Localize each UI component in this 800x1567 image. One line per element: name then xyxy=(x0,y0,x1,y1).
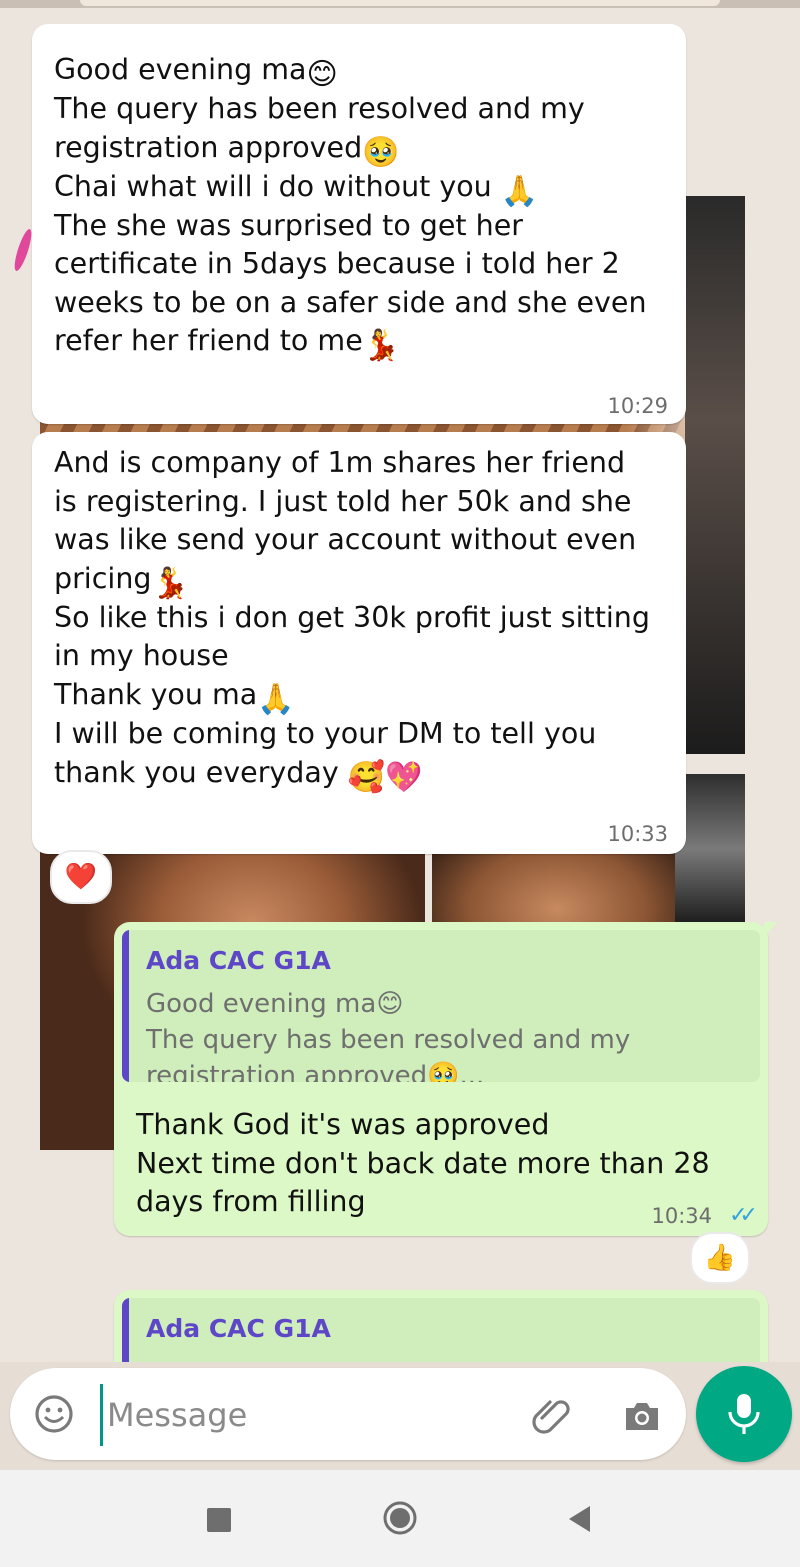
quote-author: Ada CAC G1A xyxy=(146,946,331,975)
incoming-message[interactable]: And is company of 1m shares her friend i… xyxy=(32,432,686,854)
pleading-emoji: 🥹 xyxy=(362,134,400,170)
message-text: And is company of 1m shares her friend i… xyxy=(54,446,650,795)
message-time: 10:29 xyxy=(607,394,668,418)
message-time: 10:34 xyxy=(651,1204,712,1228)
back-icon[interactable] xyxy=(566,1504,592,1534)
message-text: Good evening ma😊 The query has been reso… xyxy=(54,53,647,364)
quote-accent-bar xyxy=(122,1298,129,1362)
quote-author: Ada CAC G1A xyxy=(146,1314,331,1343)
pray-emoji: 🙏 xyxy=(500,173,539,209)
message-time: 10:33 xyxy=(607,822,668,846)
dancer-emoji: 💃 xyxy=(151,565,189,601)
camera-icon[interactable] xyxy=(618,1392,666,1440)
chat-area[interactable]: Good evening ma😊 The query has been reso… xyxy=(0,0,800,1362)
system-navigation-bar xyxy=(0,1470,800,1567)
pray-emoji: 🙏 xyxy=(257,681,295,717)
emoji-icon[interactable] xyxy=(32,1392,76,1436)
mic-icon xyxy=(728,1394,760,1434)
incoming-message[interactable]: Good evening ma😊 The query has been reso… xyxy=(32,24,686,424)
read-ticks-icon: ✓✓ xyxy=(729,1203,758,1228)
outgoing-message[interactable]: Ada CAC G1A xyxy=(114,1290,768,1362)
quoted-message[interactable]: Ada CAC G1A Good evening ma😊 The query h… xyxy=(122,930,760,1082)
home-icon[interactable] xyxy=(382,1500,418,1536)
dancer-emoji: 💃 xyxy=(362,328,401,364)
recents-icon[interactable] xyxy=(207,1508,231,1532)
mic-button[interactable] xyxy=(696,1366,792,1462)
thumbs-up-reaction[interactable]: 👍 xyxy=(690,1232,750,1284)
smile-emoji: 😊 xyxy=(306,57,338,92)
quote-accent-bar xyxy=(122,930,129,1082)
attach-icon[interactable] xyxy=(528,1392,576,1440)
heart-reaction[interactable]: ❤️ xyxy=(50,850,112,904)
top-message-edge xyxy=(0,0,800,8)
message-input[interactable] xyxy=(100,1384,529,1446)
message-composer xyxy=(10,1368,686,1460)
outgoing-message[interactable]: Ada CAC G1A Good evening ma😊 The query h… xyxy=(114,922,778,1236)
quote-text: Good evening ma😊 The query has been reso… xyxy=(146,989,631,1082)
quoted-message[interactable]: Ada CAC G1A xyxy=(122,1298,760,1362)
hearts-emoji: 🥰💖 xyxy=(347,759,423,795)
